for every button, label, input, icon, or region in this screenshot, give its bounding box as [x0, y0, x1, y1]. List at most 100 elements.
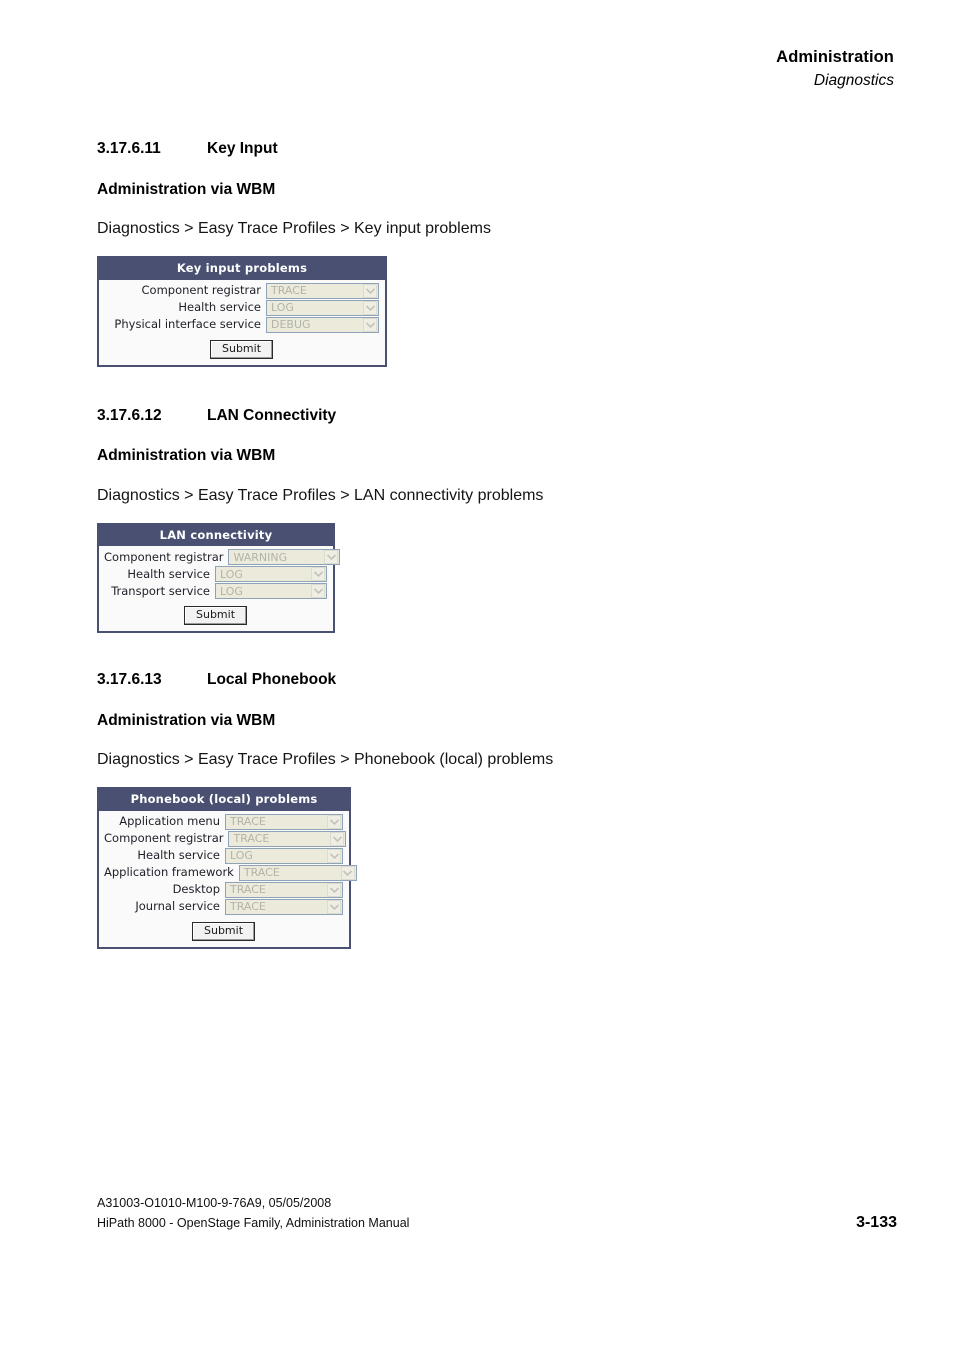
page-number: 3-133: [856, 1214, 897, 1231]
wbm-row-label: Application framework: [104, 865, 234, 880]
wbm-submit-row: Submit: [104, 600, 327, 626]
wbm-row: Component registrar WARNING: [104, 549, 341, 566]
wbm-row: Component registrar TRACE: [104, 830, 347, 847]
submit-button[interactable]: Submit: [191, 921, 256, 941]
wbm-row-label: Component registrar: [104, 549, 224, 564]
submit-button[interactable]: Submit: [209, 339, 274, 359]
running-header-subtitle: Diagnostics: [813, 72, 894, 90]
wbm-trace-level-select[interactable]: LOG: [215, 566, 327, 583]
wbm-row: Physical interface service DEBUG: [104, 316, 379, 333]
wbm-widget-title: LAN connectivity: [99, 524, 333, 547]
wbm-trace-level-select[interactable]: TRACE: [266, 282, 379, 299]
wbm-trace-level-select[interactable]: LOG: [266, 299, 379, 316]
wbm-row: Component registrar TRACE: [104, 282, 379, 299]
section-lan-connectivity: 3.17.6.12 LAN Connectivity Administratio…: [97, 407, 897, 634]
wbm-row-label: Health service: [137, 848, 220, 863]
chevron-down-icon: [327, 848, 341, 863]
wbm-select-value: TRACE: [230, 816, 266, 828]
wbm-row: Health service LOG: [104, 847, 343, 864]
section-local-phonebook: 3.17.6.13 Local Phonebook Administration…: [97, 671, 897, 949]
chevron-down-icon: [363, 283, 377, 298]
wbm-select-value: LOG: [271, 302, 294, 314]
footer-document-info: A31003-O1010-M100-9-76A9, 05/05/2008 HiP…: [97, 1194, 409, 1233]
wbm-trace-level-select[interactable]: LOG: [225, 847, 343, 864]
running-header-title: Administration: [776, 48, 894, 66]
wbm-select-value: TRACE: [243, 867, 280, 879]
wbm-row-label: Journal service: [135, 899, 220, 914]
chevron-down-icon: [363, 317, 377, 332]
wbm-widget-body: Component registrar WARNING Health servi…: [99, 546, 341, 632]
wbm-row-label: Desktop: [172, 882, 220, 897]
wbm-trace-level-select[interactable]: TRACE: [225, 881, 343, 898]
wbm-select-value: LOG: [220, 585, 243, 597]
page-footer: A31003-O1010-M100-9-76A9, 05/05/2008 HiP…: [97, 1194, 897, 1233]
subheading-administration-via-wbm: Administration via WBM: [97, 711, 276, 729]
wbm-select-value: DEBUG: [271, 319, 311, 331]
section-title: LAN Connectivity: [207, 406, 337, 424]
wbm-row: Transport service LOG: [104, 583, 327, 600]
wbm-submit-row: Submit: [104, 334, 379, 360]
wbm-widget-title: Phonebook (local) problems: [99, 789, 349, 811]
wbm-select-value: LOG: [230, 850, 253, 862]
breadcrumb: Diagnostics > Easy Trace Profiles > Key …: [97, 220, 491, 238]
content-column: 3.17.6.11 Key Input Administration via W…: [97, 140, 897, 949]
wbm-row: Health service LOG: [104, 299, 379, 316]
wbm-submit-row: Submit: [104, 916, 343, 942]
wbm-trace-level-select[interactable]: DEBUG: [266, 316, 379, 333]
section-title: Local Phonebook: [207, 671, 337, 689]
wbm-trace-level-select[interactable]: WARNING: [228, 549, 341, 566]
wbm-row-label: Component registrar: [104, 831, 224, 846]
subheading-administration-via-wbm: Administration via WBM: [97, 447, 276, 465]
wbm-widget-lan-connectivity: LAN connectivity Component registrar WAR…: [97, 522, 341, 634]
document-page: Administration Diagnostics 3.17.6.11 Key…: [0, 0, 954, 1351]
wbm-row: Application framework TRACE: [104, 864, 357, 881]
wbm-trace-level-select[interactable]: TRACE: [225, 898, 343, 915]
chevron-down-icon: [311, 567, 325, 582]
wbm-row-label: Transport service: [111, 583, 210, 598]
chevron-down-icon: [340, 865, 355, 880]
breadcrumb: Diagnostics > Easy Trace Profiles > LAN …: [97, 486, 544, 504]
wbm-select-value: WARNING: [233, 551, 288, 563]
wbm-trace-level-select[interactable]: TRACE: [225, 813, 343, 830]
wbm-row-label: Component registrar: [141, 283, 261, 298]
wbm-widget-key-input-problems: Key input problems Component registrar T…: [97, 256, 387, 367]
chevron-down-icon: [363, 300, 377, 315]
section-number: 3.17.6.13: [97, 671, 162, 689]
wbm-widget-title: Key input problems: [99, 258, 385, 280]
chevron-down-icon: [330, 831, 345, 846]
section-number: 3.17.6.12: [97, 406, 162, 424]
section-title: Key Input: [207, 140, 278, 157]
breadcrumb: Diagnostics > Easy Trace Profiles > Phon…: [97, 751, 554, 769]
footer-doc-id: A31003-O1010-M100-9-76A9, 05/05/2008: [97, 1196, 332, 1211]
section-key-input: 3.17.6.11 Key Input Administration via W…: [97, 140, 897, 367]
wbm-select-value: TRACE: [271, 285, 307, 297]
wbm-select-value: TRACE: [230, 884, 266, 896]
wbm-row-label: Health service: [178, 300, 261, 315]
running-header: Administration Diagnostics: [776, 46, 894, 92]
section-heading: 3.17.6.11 Key Input: [97, 140, 897, 159]
chevron-down-icon: [327, 882, 341, 897]
chevron-down-icon: [324, 550, 339, 565]
wbm-widget-phonebook-local-problems: Phonebook (local) problems Application m…: [97, 787, 357, 949]
wbm-row: Application menu TRACE: [104, 813, 343, 830]
footer-doc-title: HiPath 8000 - OpenStage Family, Administ…: [97, 1215, 410, 1230]
wbm-row: Journal service TRACE: [104, 898, 343, 915]
wbm-trace-level-select[interactable]: TRACE: [228, 830, 347, 847]
wbm-widget-body: Component registrar TRACE Health service…: [99, 279, 385, 365]
wbm-trace-level-select[interactable]: TRACE: [238, 864, 357, 881]
section-heading: 3.17.6.12 LAN Connectivity: [97, 407, 897, 426]
chevron-down-icon: [327, 814, 341, 829]
section-heading: 3.17.6.13 Local Phonebook: [97, 671, 897, 690]
wbm-row-label: Physical interface service: [114, 317, 261, 332]
chevron-down-icon: [327, 899, 341, 914]
wbm-select-value: LOG: [220, 568, 243, 580]
submit-button[interactable]: Submit: [183, 606, 248, 626]
wbm-row: Health service LOG: [104, 566, 327, 583]
wbm-widget-body: Application menu TRACE Component registr…: [99, 810, 357, 947]
wbm-row-label: Application menu: [119, 814, 220, 829]
section-number: 3.17.6.11: [97, 140, 161, 157]
wbm-trace-level-select[interactable]: LOG: [215, 583, 327, 600]
chevron-down-icon: [311, 584, 325, 599]
